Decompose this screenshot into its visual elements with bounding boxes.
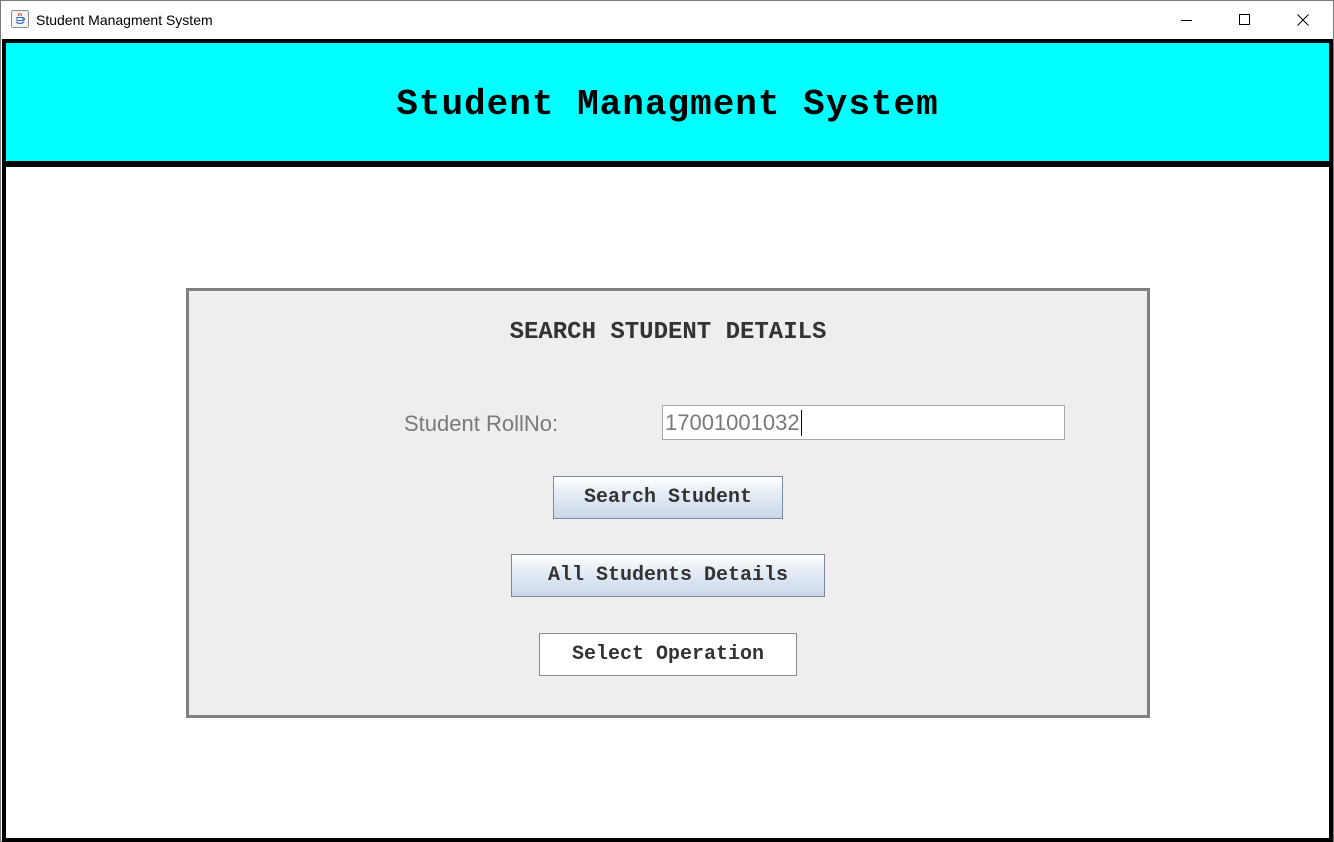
close-button[interactable] (1274, 1, 1332, 39)
title-bar[interactable]: Student Managment System (1, 1, 1333, 39)
app-window: Student Managment System Student Managme… (0, 0, 1334, 842)
text-caret (800, 409, 802, 436)
header-banner: Student Managment System (6, 43, 1329, 167)
minimize-button[interactable] (1158, 1, 1216, 39)
search-student-panel: SEARCH STUDENT DETAILS Student RollNo: 1… (186, 288, 1150, 718)
minimize-icon (1181, 20, 1192, 21)
panel-title: SEARCH STUDENT DETAILS (509, 319, 827, 346)
window-title: Student Managment System (36, 12, 213, 28)
header-title: Student Managment System (396, 83, 939, 125)
client-area: Student Managment System SEARCH STUDENT … (2, 39, 1333, 842)
search-student-button[interactable]: Search Student (553, 476, 783, 519)
select-operation-button[interactable]: Select Operation (539, 633, 797, 676)
maximize-icon (1239, 14, 1250, 25)
roll-number-label: Student RollNo: (404, 411, 559, 436)
maximize-button[interactable] (1216, 1, 1274, 39)
roll-number-input[interactable]: 17001001032 (662, 405, 1065, 440)
all-students-details-button[interactable]: All Students Details (511, 554, 825, 597)
java-app-icon (11, 10, 29, 28)
close-icon (1297, 14, 1309, 26)
roll-number-value: 17001001032 (665, 409, 800, 435)
